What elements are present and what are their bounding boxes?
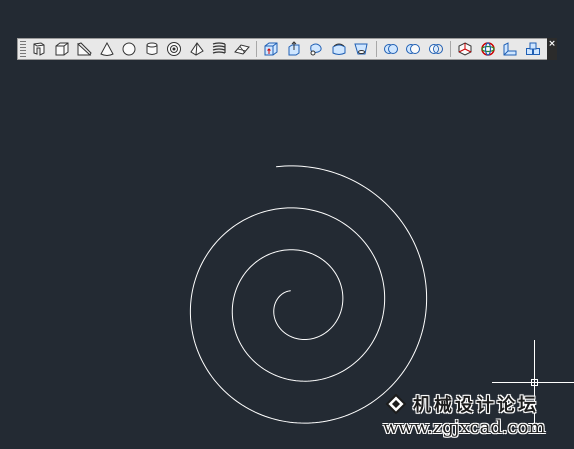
3d-array-button[interactable] — [523, 40, 543, 58]
cone-button[interactable] — [97, 40, 117, 58]
3d-rotate-icon — [480, 42, 495, 56]
box-button[interactable] — [52, 40, 72, 58]
intersect-button[interactable] — [426, 40, 446, 58]
toolbar-separator — [256, 41, 257, 57]
model-space[interactable] — [0, 0, 574, 449]
polysolid-button[interactable] — [29, 40, 49, 58]
loft-icon — [354, 43, 368, 55]
helix-button[interactable] — [209, 40, 229, 58]
intersect-icon — [428, 44, 443, 54]
union-icon — [383, 44, 398, 54]
sphere-button[interactable] — [119, 40, 139, 58]
3d-align-icon — [503, 42, 517, 56]
spiral-helix[interactable] — [189, 165, 428, 424]
presspull-button[interactable] — [284, 40, 304, 58]
subtract-button[interactable] — [403, 40, 423, 58]
presspull-icon — [288, 41, 299, 56]
sphere-icon — [122, 42, 136, 56]
wedge-icon — [77, 42, 92, 56]
planar-surface-icon — [233, 44, 250, 55]
3d-align-button[interactable] — [500, 40, 520, 58]
sweep-button[interactable] — [306, 40, 326, 58]
3d-rotate-button[interactable] — [478, 40, 498, 58]
cylinder-icon — [146, 42, 157, 55]
torus-button[interactable] — [164, 40, 184, 58]
toolbar-separator — [450, 41, 451, 57]
watermark-url: www.zgjxcad.com — [383, 417, 546, 438]
modeling-toolbar[interactable]: × — [17, 38, 557, 60]
revolve-button[interactable] — [329, 40, 349, 58]
subtract-icon — [406, 44, 420, 54]
pyramid-icon — [189, 42, 204, 56]
extrude-icon — [264, 42, 278, 56]
toolbar-grip-handle[interactable] — [20, 41, 26, 57]
helix-icon — [212, 42, 226, 54]
cylinder-button[interactable] — [142, 40, 162, 58]
wedge-button[interactable] — [74, 40, 94, 58]
revolve-icon — [332, 43, 345, 55]
extrude-button[interactable] — [261, 40, 281, 58]
3d-move-icon — [458, 42, 472, 56]
union-button[interactable] — [381, 40, 401, 58]
pyramid-button[interactable] — [187, 40, 207, 58]
forum-logo-icon — [385, 393, 407, 415]
cone-icon — [99, 41, 114, 56]
watermark: 机械设计论坛 www.zgjxcad.com — [383, 391, 570, 441]
watermark-title: 机械设计论坛 — [413, 395, 539, 416]
3d-array-icon — [525, 42, 540, 55]
toolbar-close-button[interactable]: × — [547, 38, 557, 60]
toolbar-separator — [375, 41, 377, 57]
sweep-icon — [310, 43, 322, 56]
drawing-viewport[interactable]: × 机械设计论坛 www.zgjxcad.com — [0, 0, 574, 449]
3d-move-button[interactable] — [455, 40, 475, 58]
planar-surface-button[interactable] — [232, 40, 252, 58]
torus-icon — [167, 42, 181, 56]
polysolid-icon — [33, 42, 45, 56]
box-icon — [55, 42, 68, 56]
loft-button[interactable] — [351, 40, 371, 58]
